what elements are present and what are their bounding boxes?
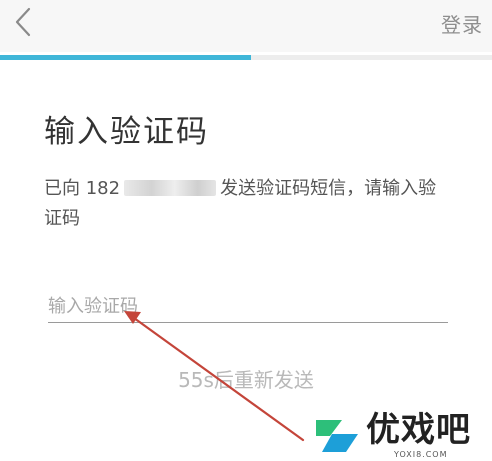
chevron-left-icon xyxy=(15,7,31,37)
verification-code-input[interactable] xyxy=(48,290,448,323)
brand-logo-icon xyxy=(316,420,358,452)
login-button[interactable]: 登录 xyxy=(441,9,483,38)
masked-phone-number xyxy=(124,180,217,196)
sms-description-prefix: 已向 182 xyxy=(44,178,121,199)
resend-countdown-button[interactable]: 55s后重新发送 xyxy=(0,364,492,393)
watermark-domain: YOXI8.COM xyxy=(394,450,448,459)
back-button[interactable] xyxy=(10,4,40,40)
top-nav-bar: 登录 xyxy=(0,0,492,52)
progress-bar xyxy=(0,55,492,60)
sms-description: 已向 182 发送验证码短信，请输入验证码 xyxy=(44,174,454,234)
page-title: 输入验证码 xyxy=(44,114,209,150)
progress-bar-fill xyxy=(0,55,251,60)
watermark: 优戏吧 YOXI8.COM xyxy=(312,408,492,461)
watermark-brand: 优戏吧 xyxy=(366,410,471,450)
